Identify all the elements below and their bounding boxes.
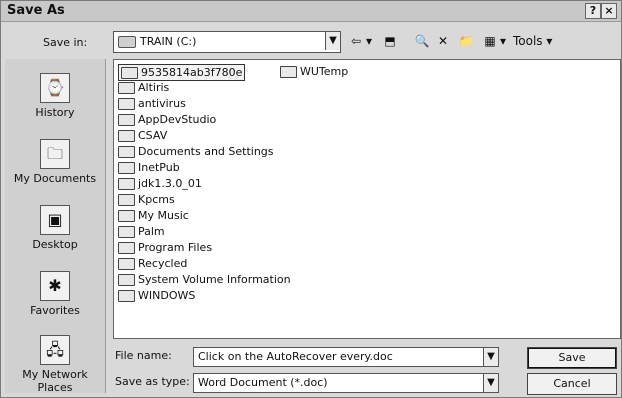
delete-icon[interactable]: ✕ <box>435 33 451 49</box>
drive-icon <box>118 36 136 48</box>
folder-icon <box>118 162 135 174</box>
up-folder-icon[interactable]: ⬒ <box>381 33 399 49</box>
folder-icon <box>118 130 135 142</box>
list-item[interactable]: Recycled <box>118 256 187 271</box>
list-item[interactable]: Program Files <box>118 240 212 255</box>
list-item[interactable]: 9535814ab3f780e <box>118 64 246 81</box>
place-my-network-places[interactable]: 🖧 My Network Places <box>5 335 105 394</box>
list-item[interactable]: WUTemp <box>280 64 348 79</box>
list-item[interactable]: System Volume Information <box>118 272 291 287</box>
place-favorites[interactable]: ✱ Favorites <box>5 271 105 317</box>
new-folder-icon[interactable]: 📁 <box>457 33 475 49</box>
tools-menu[interactable]: Tools ▾ <box>513 33 557 49</box>
list-item[interactable]: Palm <box>118 224 165 239</box>
list-item[interactable]: WINDOWS <box>118 288 195 303</box>
place-label: Desktop <box>32 238 78 251</box>
chevron-down-icon[interactable]: ▼ <box>325 32 340 50</box>
folder-icon <box>118 274 135 286</box>
list-item[interactable]: Altiris <box>118 80 169 95</box>
folder-icon <box>118 194 135 206</box>
save-in-label: Save in: <box>43 36 88 49</box>
list-item[interactable]: jdk1.3.0_01 <box>118 176 202 191</box>
place-label: My Network Places <box>22 368 88 394</box>
places-bar: ⌚ History 🗀 My Documents ▣ Desktop ✱ Fav… <box>5 59 106 394</box>
folder-icon <box>118 242 135 254</box>
list-item[interactable]: CSAV <box>118 128 167 143</box>
folder-icon <box>118 290 135 302</box>
list-item[interactable]: InetPub <box>118 160 180 175</box>
history-icon: ⌚ <box>40 73 70 103</box>
place-label: History <box>35 106 75 119</box>
place-my-documents[interactable]: 🗀 My Documents <box>5 139 105 185</box>
list-item[interactable]: antivirus <box>118 96 186 111</box>
place-history[interactable]: ⌚ History <box>5 73 105 119</box>
favorites-icon: ✱ <box>40 271 70 301</box>
folder-icon <box>118 114 135 126</box>
list-item[interactable]: Documents and Settings <box>118 144 274 159</box>
folder-icon <box>121 67 138 79</box>
title-bar: Save As ? × <box>1 1 621 22</box>
toolbar: ⇦ ▾ ⬒ 🔍 ✕ 📁 ▦ ▾ Tools ▾ <box>347 31 617 51</box>
save-as-type-select[interactable]: Word Document (*.doc) ▼ <box>193 373 499 393</box>
folder-icon <box>118 178 135 190</box>
save-button[interactable]: Save <box>527 347 617 369</box>
views-icon[interactable]: ▦ <box>481 33 499 49</box>
back-arrow-icon[interactable]: ⇦ <box>347 33 365 49</box>
save-as-dialog: Save As ? × Save in: TRAIN (C:) ▼ ⇦ ▾ ⬒ … <box>0 0 622 398</box>
list-item[interactable]: My Music <box>118 208 189 223</box>
cancel-button[interactable]: Cancel <box>527 373 617 395</box>
back-menu-chevron-icon[interactable]: ▾ <box>364 33 374 49</box>
save-in-value: TRAIN (C:) <box>140 35 197 48</box>
network-places-icon: 🖧 <box>40 335 70 365</box>
file-name-field[interactable]: Click on the AutoRecover every.doc ▼ <box>193 347 499 367</box>
chevron-down-icon[interactable]: ▼ <box>483 348 498 366</box>
folder-icon <box>118 146 135 158</box>
place-label: Favorites <box>30 304 80 317</box>
dialog-title: Save As <box>7 3 65 18</box>
folder-icon <box>118 98 135 110</box>
folder-icon <box>280 66 297 78</box>
place-desktop[interactable]: ▣ Desktop <box>5 205 105 251</box>
views-menu-chevron-icon[interactable]: ▾ <box>498 33 508 49</box>
folder-icon <box>118 226 135 238</box>
list-item[interactable]: AppDevStudio <box>118 112 216 127</box>
list-item[interactable]: Kpcms <box>118 192 175 207</box>
save-in-select[interactable]: TRAIN (C:) ▼ <box>113 31 341 53</box>
search-icon[interactable]: 🔍 <box>413 33 431 49</box>
my-documents-icon: 🗀 <box>40 139 70 169</box>
help-button[interactable]: ? <box>585 3 601 19</box>
folder-icon <box>118 210 135 222</box>
close-button[interactable]: × <box>601 3 617 19</box>
save-as-type-label: Save as type: <box>115 375 190 388</box>
file-list[interactable]: 9535814ab3f780e Altiris antivirus AppDev… <box>113 59 621 339</box>
desktop-icon: ▣ <box>40 205 70 235</box>
chevron-down-icon[interactable]: ▼ <box>483 374 498 392</box>
folder-icon <box>118 82 135 94</box>
folder-icon <box>118 258 135 270</box>
file-name-label: File name: <box>115 349 172 362</box>
place-label: My Documents <box>13 172 97 185</box>
